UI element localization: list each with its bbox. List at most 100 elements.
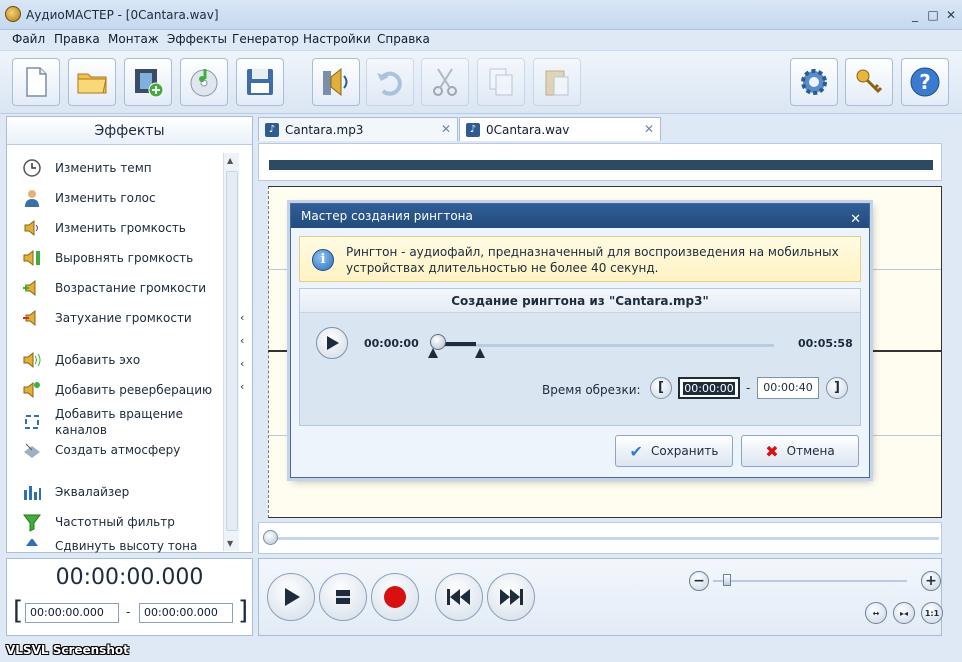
play-button[interactable] (267, 573, 315, 621)
trim-end-marker[interactable] (475, 348, 485, 358)
menu-file[interactable]: Файл (12, 32, 45, 46)
cd-rip-button[interactable] (180, 58, 228, 106)
effect-level-volume[interactable]: Выровнять громкость (21, 245, 221, 271)
keys-button[interactable] (845, 58, 893, 106)
scroll-up-icon[interactable]: ▲ (227, 156, 233, 165)
new-file-icon (26, 67, 47, 97)
rewind-icon (447, 589, 470, 605)
selection-end-field[interactable]: 00:00:00.000 (139, 603, 233, 623)
zoom-out-button[interactable]: − (689, 571, 709, 591)
zoom-1-1-icon: 1:1 (924, 608, 940, 618)
echo-icon (21, 349, 43, 371)
rewind-button[interactable] (435, 573, 483, 621)
selection-start-field[interactable]: 00:00:00.000 (25, 603, 119, 623)
effects-header: Эффекты (7, 117, 252, 145)
minimize-button[interactable]: _ (908, 8, 922, 22)
ringtone-wizard-dialog: Мастер создания рингтона ✕ i Рингтон - а… (290, 203, 870, 478)
ringtone-button[interactable] (312, 58, 360, 106)
position-slider[interactable] (258, 522, 942, 554)
watermark: VLSVL Screenshot (6, 643, 129, 657)
fit-selection-button[interactable]: ▸◂ (893, 602, 915, 624)
effect-rotate-channels[interactable]: Добавить вращение каналов (21, 405, 221, 439)
zoom-in-button[interactable]: + (921, 571, 941, 591)
effect-create-atmosphere[interactable]: Создать атмосферу (21, 437, 221, 463)
atmosphere-icon (21, 439, 43, 461)
collapse-arrow-icon[interactable]: ‹ (240, 380, 250, 393)
volume-icon (21, 217, 43, 239)
effects-scrollbar[interactable]: ▲ ▼ (223, 153, 239, 551)
tab-0cantara-wav[interactable]: ♪ 0Cantara.wav ✕ (459, 117, 661, 141)
speaker-icon (323, 67, 348, 97)
copy-button[interactable] (477, 58, 525, 106)
new-file-button[interactable] (12, 58, 60, 106)
preview-track[interactable] (436, 344, 774, 347)
effect-fade-in[interactable]: Возрастание громкости (21, 275, 221, 301)
tab-cantara-mp3[interactable]: ♪ Cantara.mp3 ✕ (258, 117, 458, 141)
selection-bracket-left: [ (13, 596, 24, 626)
help-button[interactable]: ? (901, 58, 949, 106)
set-trim-start-button[interactable]: [ (650, 377, 672, 399)
tab-close-icon[interactable]: ✕ (441, 122, 451, 136)
position-knob[interactable] (263, 530, 278, 545)
fit-width-icon: ↔ (872, 608, 880, 618)
open-folder-button[interactable] (68, 58, 116, 106)
effect-add-echo[interactable]: Добавить эхо (21, 347, 221, 373)
cut-button[interactable] (421, 58, 469, 106)
menu-help[interactable]: Справка (377, 32, 430, 46)
save-button[interactable] (236, 58, 284, 106)
stop-button[interactable] (319, 573, 367, 621)
fast-forward-button[interactable] (487, 573, 535, 621)
settings-button[interactable] (790, 58, 838, 106)
selection-dash: - (126, 605, 131, 619)
effect-add-reverb[interactable]: Добавить реверберацию (21, 377, 221, 403)
zoom-slider-track[interactable] (713, 580, 907, 582)
record-button[interactable] (371, 573, 419, 621)
effect-change-tempo[interactable]: Изменить темп (21, 155, 221, 181)
effect-change-volume[interactable]: Изменить громкость (21, 215, 221, 241)
effect-change-voice[interactable]: Изменить голос (21, 185, 221, 211)
checkmark-icon: ✔ (629, 441, 643, 461)
help-icon: ? (910, 67, 940, 97)
waveform-overview[interactable] (258, 143, 942, 181)
collapse-arrow-icon[interactable]: ‹ (240, 357, 250, 370)
cancel-button[interactable]: ✖ Отмена (741, 435, 859, 467)
effect-pitch-shift[interactable]: Сдвинуть высоту тона (21, 539, 221, 553)
close-window-button[interactable]: ✕ (944, 8, 958, 22)
scroll-thumb[interactable] (226, 171, 238, 531)
video-import-button[interactable] (124, 58, 172, 106)
fit-width-button[interactable]: ↔ (865, 602, 887, 624)
preview-play-button[interactable] (316, 327, 348, 359)
tab-close-icon[interactable]: ✕ (644, 122, 654, 136)
menu-settings[interactable]: Настройки (303, 32, 371, 46)
menu-edit[interactable]: Правка (54, 32, 100, 46)
paste-button[interactable] (533, 58, 581, 106)
trim-end-field[interactable]: 00:00:40 (757, 377, 819, 399)
ringtone-panel: Создание рингтона из "Cantara.mp3" 00:00… (299, 288, 861, 426)
reverb-icon (21, 379, 43, 401)
maximize-button[interactable]: □ (926, 8, 940, 22)
fit-selection-icon: ▸◂ (899, 608, 909, 618)
effect-frequency-filter[interactable]: Частотный фильтр (21, 509, 221, 535)
dialog-close-icon[interactable]: ✕ (850, 208, 861, 232)
preview-playhead-knob[interactable] (430, 334, 446, 350)
set-trim-end-button[interactable]: ] (826, 377, 848, 399)
zoom-slider-knob[interactable] (723, 574, 731, 586)
stop-icon (336, 590, 350, 604)
rotate-channels-icon (21, 411, 43, 433)
effect-fade-out[interactable]: Затухание громкости (21, 305, 221, 331)
scroll-down-icon[interactable]: ▼ (227, 539, 233, 548)
menu-effects[interactable]: Эффекты (167, 32, 227, 46)
save-ringtone-button[interactable]: ✔ Сохранить (615, 435, 733, 467)
ringtone-panel-title: Создание рингтона из "Cantara.mp3" (300, 289, 860, 313)
undo-button[interactable] (366, 58, 414, 106)
toolbar: ? (0, 50, 962, 114)
menu-montage[interactable]: Монтаж (108, 32, 159, 46)
collapse-arrow-icon[interactable]: ‹ (240, 334, 250, 347)
current-time: 00:00:00.000 (55, 565, 204, 590)
collapse-arrow-icon[interactable]: ‹ (240, 311, 250, 324)
waveform-overview-bar (269, 160, 933, 170)
trim-start-field[interactable]: 00:00:00 (678, 377, 740, 399)
effect-equalizer[interactable]: Эквалайзер (21, 479, 221, 505)
menu-generator[interactable]: Генератор (232, 32, 299, 46)
zoom-1-1-button[interactable]: 1:1 (921, 602, 943, 624)
